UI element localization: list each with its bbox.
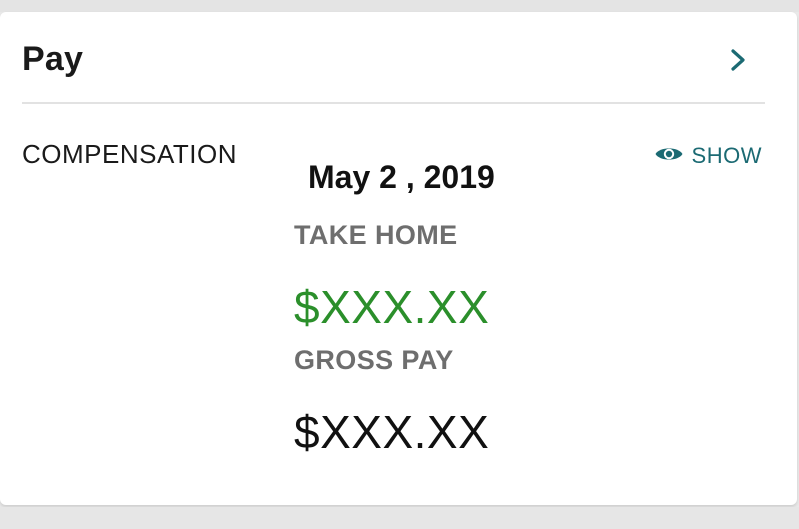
pay-card-header[interactable]: Pay <box>22 40 764 102</box>
eye-icon <box>654 144 684 169</box>
compensation-label: COMPENSATION <box>22 139 237 169</box>
card-title: Pay <box>22 40 84 78</box>
top-background-strip <box>0 0 799 12</box>
gross-pay-label: GROSS PAY <box>294 345 454 375</box>
bottom-background-strip <box>0 507 799 529</box>
show-label: SHOW <box>691 143 762 168</box>
take-home-amount: $XXX.XX <box>294 281 490 333</box>
pay-card: Pay COMPENSATION SHOW May 2 , 2019 TAKE … <box>0 12 797 505</box>
pay-date: May 2 , 2019 <box>308 159 495 195</box>
header-divider <box>22 102 765 104</box>
show-toggle-button[interactable]: SHOW <box>654 142 762 170</box>
take-home-label: TAKE HOME <box>294 220 458 250</box>
chevron-right-icon[interactable] <box>726 46 750 74</box>
gross-pay-amount: $XXX.XX <box>294 406 490 458</box>
